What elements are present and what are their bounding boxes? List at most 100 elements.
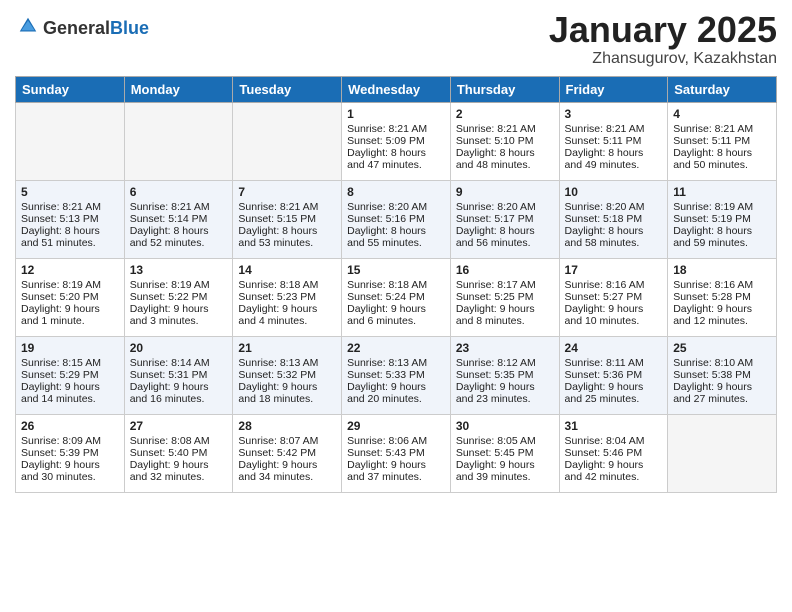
day-info: Sunset: 5:15 PM [238,213,336,225]
day-info: Daylight: 9 hours and 20 minutes. [347,381,445,405]
calendar-cell [233,102,342,180]
day-info: Sunset: 5:23 PM [238,291,336,303]
day-info: Sunrise: 8:17 AM [456,279,554,291]
calendar-cell: 21 Sunrise: 8:13 AMSunset: 5:32 PMDayligh… [233,336,342,414]
day-number: 10 [565,185,663,199]
calendar-cell: 1Sunrise: 8:21 AMSunset: 5:09 PMDaylight… [342,102,451,180]
day-info: Sunrise: 8:20 AM [347,201,445,213]
day-info: Sunrise: 8:04 AM [565,435,663,447]
day-info: Sunrise: 8:16 AM [673,279,771,291]
day-info: Sunset: 5:42 PM [238,447,336,459]
day-number: 15 [347,263,445,277]
calendar-cell: 19Sunrise: 8:15 AMSunset: 5:29 PMDayligh… [16,336,125,414]
day-number: 5 [21,185,119,199]
day-info: Daylight: 8 hours and 53 minutes. [238,225,336,249]
day-info: Sunset: 5:09 PM [347,135,445,147]
calendar-cell [16,102,125,180]
day-number: 14 [238,263,336,277]
day-info: Daylight: 8 hours and 56 minutes. [456,225,554,249]
day-info: Sunrise: 8:21 AM [130,201,228,213]
day-number: 17 [565,263,663,277]
day-info: Sunrise: 8:05 AM [456,435,554,447]
logo-general: General [43,18,110,38]
calendar-cell: 13Sunrise: 8:19 AMSunset: 5:22 PMDayligh… [124,258,233,336]
day-number: 6 [130,185,228,199]
calendar-cell: 29Sunrise: 8:06 AMSunset: 5:43 PMDayligh… [342,414,451,492]
calendar-cell: 20Sunrise: 8:14 AMSunset: 5:31 PMDayligh… [124,336,233,414]
day-info: Sunset: 5:20 PM [21,291,119,303]
day-number: 28 [238,419,336,433]
day-header-sunday: Sunday [16,76,125,102]
day-info: Sunset: 5:32 PM [238,369,336,381]
day-info: Daylight: 9 hours and 39 minutes. [456,459,554,483]
calendar-cell [124,102,233,180]
calendar-cell: 28 Sunrise: 8:07 AMSunset: 5:42 PMDayligh… [233,414,342,492]
day-info: Daylight: 9 hours and 8 minutes. [456,303,554,327]
day-info: Sunset: 5:16 PM [347,213,445,225]
day-number: 12 [21,263,119,277]
day-info: Sunset: 5:39 PM [21,447,119,459]
day-info: Daylight: 9 hours and 12 minutes. [673,303,771,327]
day-info: Sunset: 5:36 PM [565,369,663,381]
day-info: Sunrise: 8:10 AM [673,357,771,369]
day-info: Sunset: 5:11 PM [565,135,663,147]
day-info: Sunset: 5:13 PM [21,213,119,225]
day-info: Sunset: 5:45 PM [456,447,554,459]
logo-blue: Blue [110,18,149,38]
day-info: Daylight: 9 hours and 34 minutes. [238,459,336,483]
day-number: 2 [456,107,554,121]
day-info: Sunrise: 8:13 AM [238,357,336,369]
calendar-cell: 23Sunrise: 8:12 AMSunset: 5:35 PMDayligh… [450,336,559,414]
day-info: Sunset: 5:18 PM [565,213,663,225]
day-info: Sunrise: 8:07 AM [238,435,336,447]
calendar-cell: 27Sunrise: 8:08 AMSunset: 5:40 PMDayligh… [124,414,233,492]
week-row-4: 26Sunrise: 8:09 AMSunset: 5:39 PMDayligh… [16,414,777,492]
calendar-cell: 18Sunrise: 8:16 AMSunset: 5:28 PMDayligh… [668,258,777,336]
day-number: 4 [673,107,771,121]
day-number: 19 [21,341,119,355]
day-info: Sunrise: 8:19 AM [21,279,119,291]
calendar-cell: 12Sunrise: 8:19 AMSunset: 5:20 PMDayligh… [16,258,125,336]
week-row-1: 5Sunrise: 8:21 AMSunset: 5:13 PMDaylight… [16,180,777,258]
day-info: Sunrise: 8:21 AM [456,123,554,135]
day-number: 13 [130,263,228,277]
day-info: Sunrise: 8:11 AM [565,357,663,369]
day-info: Daylight: 9 hours and 3 minutes. [130,303,228,327]
day-info: Sunset: 5:24 PM [347,291,445,303]
calendar-table: SundayMondayTuesdayWednesdayThursdayFrid… [15,76,777,493]
day-info: Sunset: 5:22 PM [130,291,228,303]
calendar-cell: 22Sunrise: 8:13 AMSunset: 5:33 PMDayligh… [342,336,451,414]
day-info: Sunrise: 8:06 AM [347,435,445,447]
day-info: Sunset: 5:28 PM [673,291,771,303]
day-info: Daylight: 9 hours and 18 minutes. [238,381,336,405]
day-info: Sunrise: 8:21 AM [238,201,336,213]
day-info: Sunset: 5:35 PM [456,369,554,381]
day-header-saturday: Saturday [668,76,777,102]
day-header-friday: Friday [559,76,668,102]
calendar-cell: 8Sunrise: 8:20 AMSunset: 5:16 PMDaylight… [342,180,451,258]
day-info: Sunrise: 8:21 AM [673,123,771,135]
day-number: 21 [238,341,336,355]
day-info: Daylight: 9 hours and 30 minutes. [21,459,119,483]
day-info: Daylight: 9 hours and 42 minutes. [565,459,663,483]
page-container: GeneralBlue January 2025 Zhansugurov, Ka… [0,0,792,503]
calendar-cell: 3Sunrise: 8:21 AMSunset: 5:11 PMDaylight… [559,102,668,180]
day-info: Daylight: 9 hours and 37 minutes. [347,459,445,483]
day-info: Sunrise: 8:21 AM [347,123,445,135]
day-info: Daylight: 8 hours and 47 minutes. [347,147,445,171]
day-info: Sunset: 5:40 PM [130,447,228,459]
day-info: Sunrise: 8:12 AM [456,357,554,369]
day-number: 3 [565,107,663,121]
day-number: 27 [130,419,228,433]
day-info: Daylight: 8 hours and 51 minutes. [21,225,119,249]
calendar-cell: 2Sunrise: 8:21 AMSunset: 5:10 PMDaylight… [450,102,559,180]
calendar-cell: 7Sunrise: 8:21 AMSunset: 5:15 PMDaylight… [233,180,342,258]
day-info: Sunrise: 8:09 AM [21,435,119,447]
day-info: Daylight: 8 hours and 58 minutes. [565,225,663,249]
calendar-cell: 16Sunrise: 8:17 AMSunset: 5:25 PMDayligh… [450,258,559,336]
day-info: Sunrise: 8:21 AM [21,201,119,213]
day-info: Daylight: 9 hours and 16 minutes. [130,381,228,405]
day-info: Daylight: 9 hours and 25 minutes. [565,381,663,405]
day-info: Sunset: 5:17 PM [456,213,554,225]
day-header-wednesday: Wednesday [342,76,451,102]
